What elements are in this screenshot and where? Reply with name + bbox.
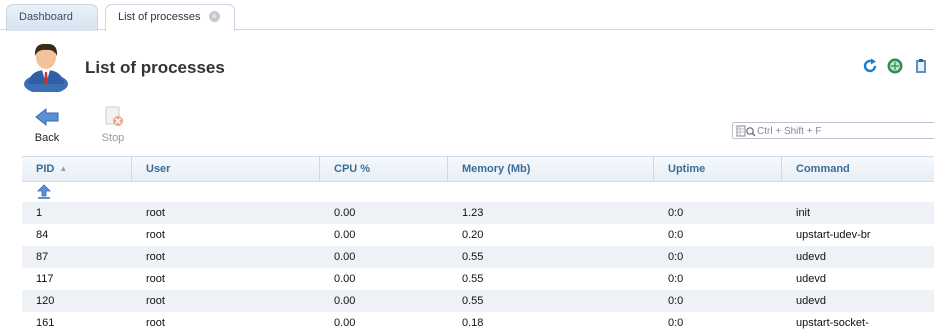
column-header-cpu[interactable]: CPU % xyxy=(320,156,448,182)
tab-label: Dashboard xyxy=(19,11,73,23)
cell-user: root xyxy=(146,317,165,329)
stop-button[interactable]: Stop xyxy=(93,106,133,144)
table-row[interactable]: 120 root 0.00 0.55 0:0 udevd xyxy=(22,290,934,312)
tab-bar: Dashboard List of processes × xyxy=(0,0,934,31)
table-row[interactable]: 84 root 0.00 0.20 0:0 upstart-udev-br xyxy=(22,224,934,246)
cell-pid: 117 xyxy=(36,273,54,285)
cell-uptime: 0:0 xyxy=(668,317,684,329)
table-row[interactable]: 87 root 0.00 0.55 0:0 udevd xyxy=(22,246,934,268)
close-icon[interactable]: × xyxy=(208,10,220,22)
column-header-pid[interactable]: PID ▲ xyxy=(22,156,132,182)
search-box[interactable] xyxy=(732,122,934,139)
stop-label: Stop xyxy=(101,132,125,144)
cell-uptime: 0:0 xyxy=(668,273,684,285)
cell-command: init xyxy=(796,207,811,219)
cell-command: udevd xyxy=(796,273,826,285)
cell-memory: 0.55 xyxy=(462,273,484,285)
cell-user: root xyxy=(146,251,165,263)
cell-command: udevd xyxy=(796,295,826,307)
back-label: Back xyxy=(34,132,60,144)
cell-command: upstart-socket- xyxy=(796,317,869,329)
cell-pid: 1 xyxy=(36,207,43,219)
parent-level-row[interactable] xyxy=(22,182,934,202)
up-level-icon[interactable] xyxy=(36,184,52,200)
tab-dashboard[interactable]: Dashboard xyxy=(6,4,98,31)
column-header-command[interactable]: Command xyxy=(782,156,934,182)
cell-command: upstart-udev-br xyxy=(796,229,871,241)
stop-document-icon xyxy=(105,106,123,126)
cell-uptime: 0:0 xyxy=(668,229,684,241)
cell-pid: 84 xyxy=(36,229,49,241)
column-header-memory[interactable]: Memory (Mb) xyxy=(448,156,654,182)
table-header: PID ▲ User CPU % Memory (Mb) Uptime Comma… xyxy=(22,156,934,182)
column-header-user[interactable]: User xyxy=(132,156,320,182)
cell-user: root xyxy=(146,273,165,285)
table-row[interactable]: 1 root 0.00 1.23 0:0 init xyxy=(22,202,934,224)
tab-label: List of processes xyxy=(118,11,201,23)
search-icon xyxy=(736,125,756,137)
cell-user: root xyxy=(146,207,165,219)
cell-memory: 0.20 xyxy=(462,229,484,241)
table-row[interactable]: 161 root 0.00 0.18 0:0 upstart-socket- xyxy=(22,312,934,333)
cell-user: root xyxy=(146,295,165,307)
sort-ascending-icon: ▲ xyxy=(59,164,68,173)
cell-pid: 161 xyxy=(36,317,55,329)
cell-command: udevd xyxy=(796,251,826,263)
cell-cpu: 0.00 xyxy=(334,229,356,241)
cell-memory: 0.18 xyxy=(462,317,484,329)
back-button[interactable]: Back xyxy=(27,106,67,144)
cell-cpu: 0.00 xyxy=(334,273,356,285)
cell-cpu: 0.00 xyxy=(334,295,356,307)
page-title: List of processes xyxy=(85,58,225,77)
clipboard-icon[interactable] xyxy=(913,58,929,74)
cell-pid: 120 xyxy=(36,295,55,307)
cell-memory: 0.55 xyxy=(462,295,484,307)
cell-cpu: 0.00 xyxy=(334,251,356,263)
cell-user: root xyxy=(146,229,165,241)
cell-memory: 1.23 xyxy=(462,207,484,219)
cell-uptime: 0:0 xyxy=(668,295,684,307)
column-header-uptime[interactable]: Uptime xyxy=(654,156,782,182)
cell-memory: 0.55 xyxy=(462,251,484,263)
cell-cpu: 0.00 xyxy=(334,317,356,329)
refresh-icon[interactable] xyxy=(862,58,878,74)
back-arrow-icon xyxy=(35,107,59,127)
process-table: PID ▲ User CPU % Memory (Mb) Uptime Comma… xyxy=(22,156,934,333)
cell-uptime: 0:0 xyxy=(668,207,684,219)
search-input[interactable] xyxy=(757,124,934,138)
web-icon[interactable] xyxy=(887,58,903,74)
cell-cpu: 0.00 xyxy=(334,207,356,219)
tab-list-of-processes[interactable]: List of processes × xyxy=(105,4,235,31)
cell-pid: 87 xyxy=(36,251,49,263)
cell-uptime: 0:0 xyxy=(668,251,684,263)
user-avatar-icon xyxy=(24,43,68,92)
table-row[interactable]: 117 root 0.00 0.55 0:0 udevd xyxy=(22,268,934,290)
